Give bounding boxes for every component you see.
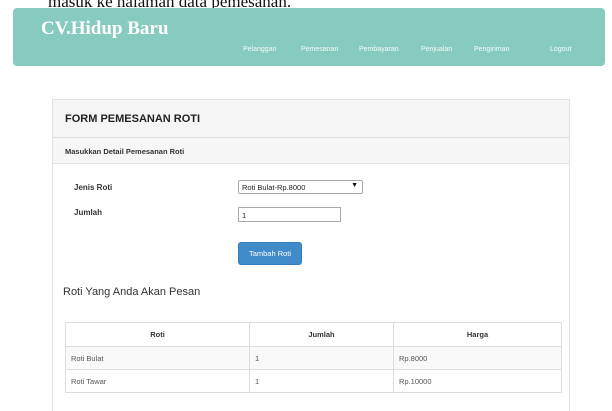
top-navbar: CV.Hidup Baru Pelanggan Pemesanan Pembay… [13,8,605,66]
nav-pengiriman-link[interactable]: Pengiriman [474,46,509,53]
nav-pembayaran-link[interactable]: Pembayaran [359,46,399,53]
tambah-roti-button[interactable]: Tambah Roti [238,242,302,265]
chevron-down-icon: ▼ [351,182,358,189]
column-header-harga: Harga [393,322,562,347]
cell-harga: Rp.8000 [393,346,562,370]
panel-subheading: Masukkan Detail Pemesanan Roti [53,138,569,164]
panel-heading: FORM PEMESANAN ROTI [53,100,569,138]
form-title: FORM PEMESANAN ROTI [65,113,201,125]
column-header-jumlah: Jumlah [249,322,394,347]
form-subtitle: Masukkan Detail Pemesanan Roti [65,147,185,156]
cell-harga: Rp.10000 [393,369,562,393]
nav-logout-link[interactable]: Logout [550,46,571,53]
jumlah-label: Jumlah [74,208,103,217]
cell-jumlah: 1 [249,369,394,393]
jumlah-input[interactable]: 1 [238,207,341,222]
cell-roti: Roti Tawar [65,369,250,393]
nav-pelanggan-link[interactable]: Pelanggan [243,46,276,53]
nav-penjualan-link[interactable]: Penjualan [421,46,452,53]
table-row: Roti Bulat 1 Rp.8000 [65,346,562,370]
jenis-roti-select[interactable]: Roti Bulat-Rp.8000 ▼ [238,180,363,194]
table-row: Roti Tawar 1 Rp.10000 [65,369,562,393]
column-header-roti: Roti [65,322,250,347]
cell-roti: Roti Bulat [65,346,250,370]
order-table: Roti Jumlah Harga Roti Bulat 1 Rp.8000 R… [65,322,562,393]
nav-pemesanan-link[interactable]: Pemesanan [301,46,338,53]
brand-logo[interactable]: CV.Hidup Baru [41,18,168,40]
jenis-roti-selected-value: Roti Bulat-Rp.8000 [242,183,306,192]
cell-jumlah: 1 [249,346,394,370]
nav-links: Pelanggan Pemesanan Pembayaran Penjualan… [13,46,605,60]
table-header-row: Roti Jumlah Harga [65,322,562,347]
order-form-panel: FORM PEMESANAN ROTI Masukkan Detail Peme… [52,99,570,411]
jenis-roti-label: Jenis Roti [74,183,113,192]
order-list-heading: Roti Yang Anda Akan Pesan [63,286,201,298]
